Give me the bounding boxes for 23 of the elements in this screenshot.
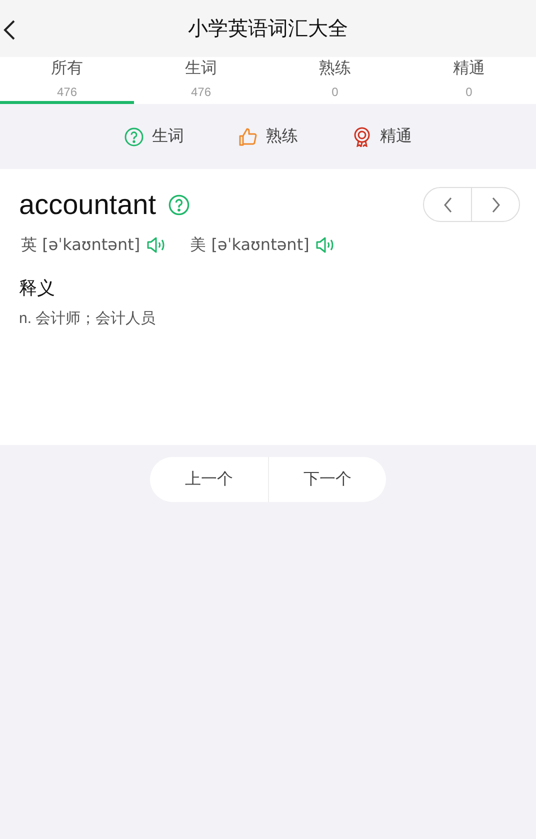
legend-label: 熟练 xyxy=(266,126,298,146)
speaker-icon[interactable] xyxy=(146,235,166,255)
page-title: 小学英语词汇大全 xyxy=(188,16,348,42)
medal-icon xyxy=(352,126,372,146)
word-text: accountant xyxy=(19,188,156,222)
tab[interactable]: 精通 0 xyxy=(402,57,536,104)
nav-button[interactable]: 上一个 xyxy=(150,457,268,502)
legend-label: 精通 xyxy=(380,126,412,146)
chevron-left-icon xyxy=(442,196,452,212)
thumbs-up-icon xyxy=(238,126,258,146)
nav-button[interactable]: 下一个 xyxy=(268,457,386,502)
tab[interactable]: 所有 476 xyxy=(0,57,134,104)
pronunciation-text: 美 [əˈkaʊntənt] xyxy=(190,234,310,256)
tab[interactable]: 熟练 0 xyxy=(268,57,402,104)
legend-label: 生词 xyxy=(152,126,184,146)
tab[interactable]: 生词 476 xyxy=(134,57,268,104)
definition-heading: 释义 xyxy=(19,277,56,300)
question-icon xyxy=(124,126,144,146)
speaker-icon[interactable] xyxy=(315,235,336,255)
pronunciation-text: 英 [əˈkaʊntənt] xyxy=(21,234,140,256)
question-icon xyxy=(168,194,190,216)
chevron-right-icon xyxy=(490,196,500,212)
definition-text: n. 会计师；会计人员 xyxy=(19,309,157,329)
